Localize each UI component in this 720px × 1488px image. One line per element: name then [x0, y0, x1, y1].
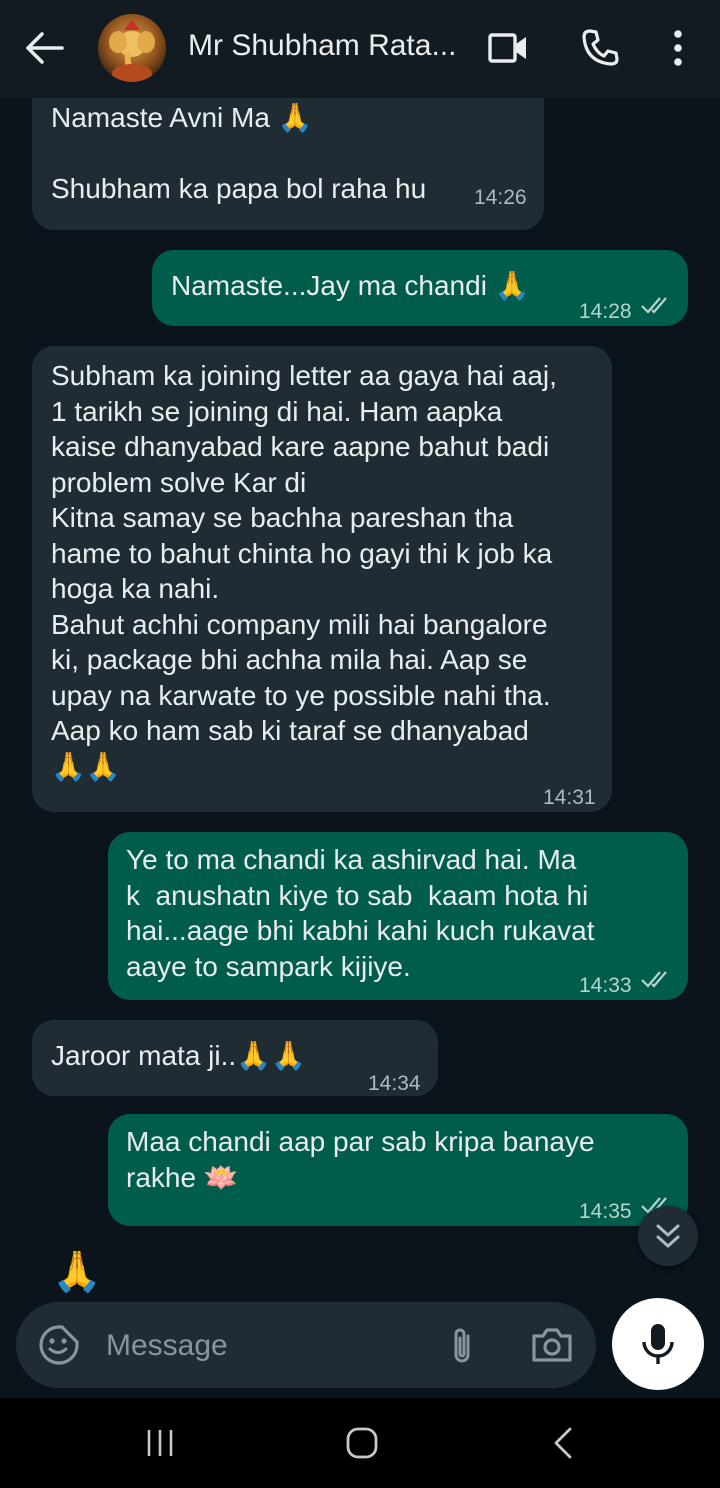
message-emoji-partial[interactable]: 🙏 — [52, 1248, 102, 1295]
message-time: 14:35 — [579, 1200, 632, 1223]
message-incoming[interactable]: Jaroor mata ji..🙏🙏 14:34 — [32, 1020, 438, 1096]
chat-header: Mr Shubham Rata... — [0, 0, 720, 98]
message-text: Ye to ma chandi ka ashirvad hai. Ma k an… — [126, 844, 595, 982]
message-incoming[interactable]: Subham ka joining letter aa gaya hai aaj… — [32, 346, 612, 812]
camera-icon[interactable] — [530, 1324, 574, 1364]
message-outgoing[interactable]: Maa chandi aap par sab kripa banaye rakh… — [108, 1114, 688, 1226]
double-chevron-down-icon — [656, 1224, 680, 1248]
message-outgoing[interactable]: Namaste...Jay ma chandi 🙏 14:28 — [152, 250, 688, 326]
message-list[interactable]: Namaste Avni Ma 🙏 Shubham ka papa bol ra… — [0, 98, 720, 1296]
attach-paperclip-icon[interactable] — [444, 1324, 480, 1368]
message-time: 14:34 — [368, 1072, 421, 1095]
recent-apps-icon[interactable] — [140, 1426, 180, 1460]
message-text: Namaste Avni Ma 🙏 Shubham ka papa bol ra… — [51, 102, 427, 204]
voice-record-button[interactable] — [612, 1298, 704, 1390]
message-time: 14:28 — [579, 300, 632, 323]
system-navigation-bar — [0, 1398, 720, 1488]
contact-name[interactable]: Mr Shubham Rata... — [188, 26, 478, 66]
home-icon[interactable] — [342, 1426, 382, 1460]
phone-icon[interactable] — [578, 26, 622, 70]
video-call-icon[interactable] — [486, 26, 530, 70]
read-ticks-icon — [641, 971, 667, 988]
back-nav-icon[interactable] — [544, 1426, 584, 1460]
message-compose-bar — [16, 1302, 596, 1388]
message-outgoing[interactable]: Ye to ma chandi ka ashirvad hai. Ma k an… — [108, 832, 688, 1000]
message-text: Subham ka joining letter aa gaya hai aaj… — [51, 360, 557, 782]
read-ticks-icon — [641, 297, 667, 314]
message-text: Maa chandi aap par sab kripa banaye rakh… — [126, 1126, 595, 1193]
message-time: 14:33 — [579, 974, 632, 997]
message-input[interactable] — [104, 1322, 408, 1370]
message-text: Namaste...Jay ma chandi 🙏 — [171, 270, 530, 301]
microphone-icon — [642, 1324, 674, 1364]
message-incoming[interactable]: Namaste Avni Ma 🙏 Shubham ka papa bol ra… — [32, 98, 544, 230]
sticker-emoji-icon[interactable] — [38, 1324, 80, 1366]
ganesha-avatar[interactable] — [98, 14, 166, 82]
back-arrow-icon[interactable] — [22, 26, 68, 70]
message-text: Jaroor mata ji..🙏🙏 — [51, 1040, 306, 1071]
message-time: 14:31 — [543, 786, 596, 809]
scroll-to-bottom-button[interactable] — [638, 1206, 698, 1266]
message-time: 14:26 — [474, 186, 527, 209]
more-vert-icon[interactable] — [656, 26, 700, 70]
